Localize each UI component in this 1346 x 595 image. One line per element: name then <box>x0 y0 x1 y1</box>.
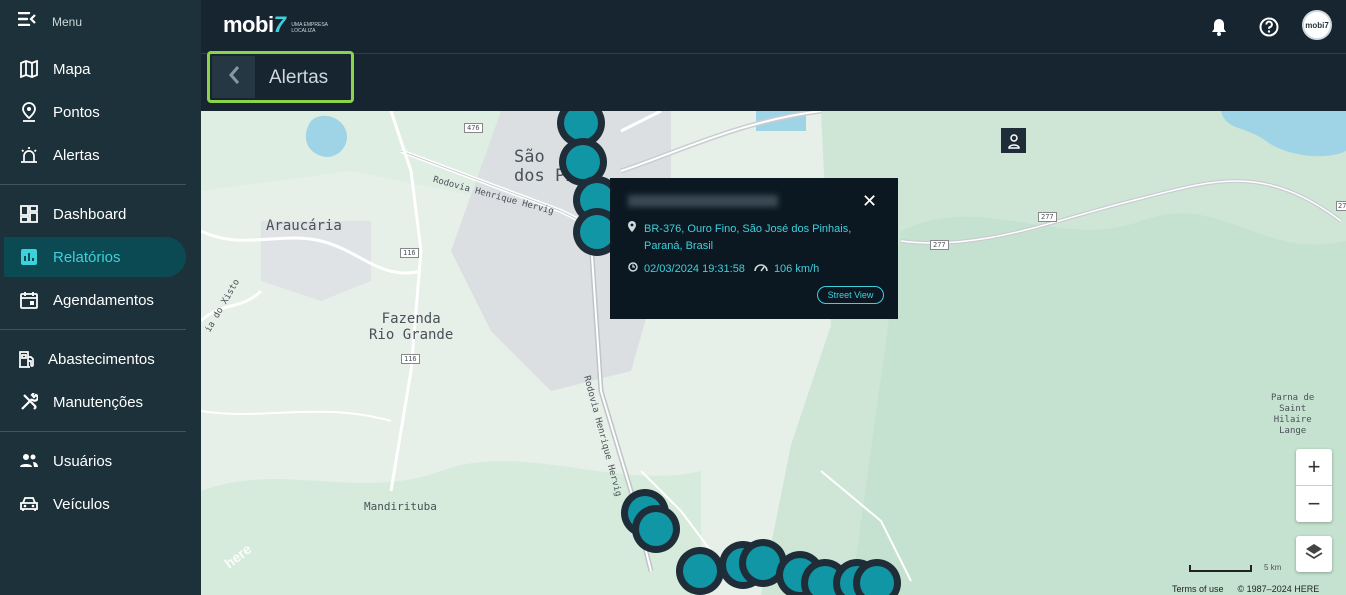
dashboard-icon <box>18 203 40 225</box>
sidebar-item-alertas[interactable]: Alertas <box>4 135 186 175</box>
sidebar: Menu Mapa Pontos Alertas Dashboard Relat… <box>0 0 201 595</box>
layers-button[interactable] <box>1296 536 1332 572</box>
map-marker[interactable] <box>632 505 680 553</box>
sidebar-item-dashboard[interactable]: Dashboard <box>4 194 186 234</box>
bar-chart-icon <box>18 246 40 268</box>
sidebar-item-label: Alertas <box>53 146 100 164</box>
logo[interactable]: mobi7 UMA EMPRESA LOCALIZA <box>223 14 335 36</box>
sidebar-item-usuarios[interactable]: Usuários <box>4 441 186 481</box>
sidebar-item-relatorios[interactable]: Relatórios <box>4 237 186 277</box>
sidebar-item-label: Mapa <box>53 60 91 78</box>
sidebar-item-label: Manutenções <box>53 393 144 411</box>
clock-icon <box>628 262 638 275</box>
notifications-bell-icon[interactable] <box>1206 14 1232 40</box>
layers-icon <box>1304 542 1324 567</box>
sidebar-divider <box>0 431 186 432</box>
sidebar-divider <box>0 329 186 330</box>
map-attribution: Terms of use © 1987–2024 HERE <box>1172 584 1319 594</box>
popup-datetime: 02/03/2024 19:31:58 <box>644 262 745 275</box>
popup-address: BR-376, Ouro Fino, São José dos Pinhais,… <box>628 221 878 255</box>
road-shield: 277 <box>1038 212 1057 222</box>
popup-speed: 106 km/h <box>773 262 820 275</box>
road-shield: 277 <box>930 240 949 250</box>
map-view[interactable]: São dos Pi Araucária Fazenda Rio Grande Ma… <box>201 111 1346 595</box>
popup-meta: 02/03/2024 19:31:58 106 km/h <box>628 262 819 275</box>
close-icon[interactable]: ✕ <box>862 191 877 212</box>
alert-popup: ✕ BR-376, Ouro Fino, São José dos Pinhai… <box>610 178 898 319</box>
map-label-parna-saint-hilaire: Parna de Saint Hilaire Lange <box>1271 393 1315 436</box>
sidebar-item-label: Dashboard <box>53 205 127 223</box>
menu-toggle[interactable]: Menu <box>17 11 83 31</box>
zoom-control: + − <box>1296 449 1332 522</box>
map-label-fazenda-rio-grande: Fazenda Rio Grande <box>369 311 454 343</box>
location-pin-icon <box>18 101 40 123</box>
menu-label: Menu <box>52 14 83 29</box>
map-label-mandirituba: Mandirituba <box>364 500 437 513</box>
street-view-button[interactable]: Street View <box>817 286 884 304</box>
map-scale-label: 5 km <box>1264 563 1282 572</box>
sidebar-item-abastecimentos[interactable]: Abastecimentos <box>4 339 186 379</box>
sidebar-item-agendamentos[interactable]: Agendamentos <box>4 280 186 320</box>
map-marker[interactable] <box>676 547 724 595</box>
sidebar-item-mapa[interactable]: Mapa <box>4 49 186 89</box>
map-scale-bar <box>1189 565 1252 572</box>
map-copyright: © 1987–2024 HERE <box>1237 584 1320 594</box>
menu-collapse-icon[interactable] <box>17 11 36 31</box>
sidebar-item-label: Pontos <box>53 103 100 121</box>
road-shield: 277 <box>1336 201 1346 211</box>
road-shield: 116 <box>401 354 420 364</box>
calendar-icon <box>18 289 40 311</box>
page-title-highlight: Alertas <box>207 51 354 103</box>
users-icon <box>18 450 40 472</box>
top-header: mobi7 UMA EMPRESA LOCALIZA mobi7 <box>201 0 1346 54</box>
terms-of-use-link[interactable]: Terms of use <box>1172 584 1224 594</box>
sidebar-item-veiculos[interactable]: Veículos <box>4 484 186 524</box>
help-icon[interactable] <box>1256 14 1282 40</box>
vehicle-name-redacted <box>628 195 778 207</box>
road-shield: 116 <box>400 248 419 258</box>
zoom-out-button[interactable]: − <box>1296 486 1332 522</box>
sidebar-item-label: Veículos <box>53 495 110 513</box>
popup-address-text: BR-376, Ouro Fino, São José dos Pinhais,… <box>644 223 852 252</box>
car-icon <box>18 493 40 515</box>
avatar[interactable]: mobi7 <box>1302 10 1332 40</box>
sidebar-item-label: Usuários <box>53 452 113 470</box>
sidebar-item-manutencoes[interactable]: Manutenções <box>4 382 186 422</box>
sidebar-item-pontos[interactable]: Pontos <box>4 92 186 132</box>
location-pin-icon <box>628 221 636 255</box>
logo-tagline: UMA EMPRESA LOCALIZA <box>291 22 328 34</box>
page-title-bar: Alertas <box>201 51 1346 111</box>
zoom-in-button[interactable]: + <box>1296 449 1332 485</box>
sidebar-item-label: Agendamentos <box>53 291 154 309</box>
pegman-icon[interactable] <box>1001 128 1026 153</box>
map-label-araucaria: Araucária <box>266 218 342 234</box>
logo-brand: mobi7 <box>223 12 286 37</box>
speedometer-icon <box>754 263 768 275</box>
map-icon <box>18 58 40 80</box>
siren-icon <box>18 144 40 166</box>
sidebar-item-label: Relatórios <box>53 248 121 266</box>
page-title: Alertas <box>269 67 329 88</box>
chevron-left-icon <box>228 65 240 90</box>
road-shield: 476 <box>464 123 483 133</box>
tools-icon <box>18 391 40 413</box>
back-button[interactable] <box>212 56 255 98</box>
fuel-pump-icon <box>16 348 38 370</box>
sidebar-item-label: Abastecimentos <box>48 350 155 368</box>
sidebar-divider <box>0 184 186 185</box>
